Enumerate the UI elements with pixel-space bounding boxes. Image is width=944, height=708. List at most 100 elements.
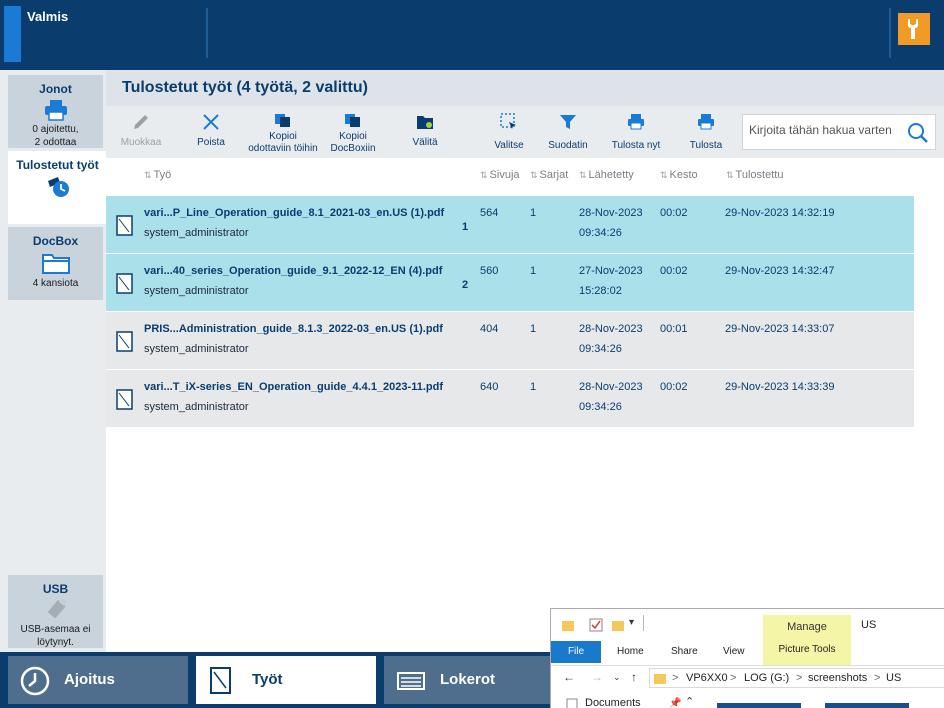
job-name: vari...40_series_Operation_guide_9.1_202… [144, 265, 443, 277]
copy-icon [275, 114, 290, 127]
properties-icon[interactable] [589, 618, 603, 632]
collapse-icon[interactable]: ⌃ [685, 695, 694, 708]
folder-icon[interactable] [561, 618, 575, 632]
ribbon-tabs: File Home Share View [551, 641, 944, 663]
job-duration: 00:02 [660, 265, 688, 277]
folder-icon [654, 674, 666, 684]
forward-label: Välitä [412, 137, 438, 148]
tab-file[interactable]: File [551, 641, 601, 663]
printer-icon [44, 100, 67, 121]
delete-button[interactable]: Poista [194, 112, 228, 149]
table-row[interactable]: vari...P_Line_Operation_guide_8.1_2021-0… [106, 196, 914, 253]
path-segment[interactable]: screenshots [808, 672, 867, 684]
printer-icon [628, 114, 644, 130]
print-label: Tulosta [689, 140, 723, 151]
divider [889, 8, 891, 58]
nav-item-docbox[interactable]: DocBox 4 kansiota [8, 227, 103, 300]
column-header-sets[interactable]: Sarjat [530, 169, 569, 181]
tab-view[interactable]: View [723, 641, 745, 663]
delete-label: Poista [197, 137, 225, 148]
quick-access-documents[interactable]: Documents [585, 697, 641, 708]
documents-icon [566, 698, 578, 708]
job-duration: 00:02 [660, 381, 688, 393]
column-header-job[interactable]: Työ [144, 169, 172, 181]
printed-history-icon [47, 177, 69, 197]
job-pages: 564 [480, 207, 499, 219]
nav-item-sub: USB-asemaa ei [20, 624, 91, 635]
job-owner: system_administrator [144, 227, 249, 239]
column-header-sent[interactable]: Lähetetty [579, 169, 634, 181]
select-label: Valitse [494, 140, 524, 151]
job-pages: 640 [480, 381, 499, 393]
job-printed: 29-Nov-2023 14:33:39 [725, 381, 835, 393]
nav-item-sub: löytynyt. [37, 637, 74, 648]
search-input[interactable] [749, 123, 899, 137]
forward-button[interactable]: Välitä [408, 112, 442, 149]
clock-icon [20, 666, 50, 696]
page-title: Tulostetut työt (4 työtä, 2 valittu) [122, 79, 368, 96]
filter-icon [560, 115, 576, 129]
address-bar[interactable]: > VP6XX0 > LOG (G:) > screenshots > US [649, 668, 944, 688]
up-icon[interactable]: ↑ [631, 670, 637, 684]
new-folder-icon[interactable] [611, 618, 625, 632]
forward-icon[interactable]: → [591, 670, 603, 684]
job-sent-time: 09:34:26 [579, 227, 622, 239]
document-icon [116, 215, 133, 236]
recent-dropdown-icon[interactable]: ⌄ [613, 672, 621, 683]
job-sent-date: 27-Nov-2023 [579, 265, 643, 277]
column-header-printed[interactable]: Tulostettu [726, 169, 784, 181]
nav-item-usb[interactable]: USB USB-asemaa ei löytynyt. [8, 575, 103, 648]
settings-button[interactable] [898, 13, 930, 45]
path-separator: > [730, 672, 737, 684]
job-name: PRIS...Administration_guide_8.1.3_2022-0… [144, 323, 443, 335]
path-segment[interactable]: LOG (G:) [744, 672, 789, 684]
tab-label: Työt [252, 671, 283, 688]
document-icon [116, 273, 133, 294]
nav-item-sub: 0 ajoitettu, [32, 124, 79, 135]
copy-to-waiting-button[interactable]: Kopioi odottaviin töihin [248, 112, 318, 155]
file-thumbnail[interactable] [825, 703, 909, 708]
tab-schedule[interactable]: Ajoitus [8, 656, 188, 704]
tab-trays[interactable]: Lokerot [384, 656, 550, 704]
tab-jobs[interactable]: Työt [196, 656, 376, 704]
job-sent-time: 09:34:26 [579, 343, 622, 355]
job-printed: 29-Nov-2023 14:32:47 [725, 265, 835, 277]
column-header-duration[interactable]: Kesto [660, 169, 698, 181]
filter-button[interactable]: Suodatin [546, 112, 590, 152]
print-button[interactable]: Tulosta [688, 112, 724, 152]
table-row[interactable]: vari...T_iX-series_EN_Operation_guide_4.… [106, 370, 914, 427]
path-separator: > [796, 672, 803, 684]
window-title: US [861, 619, 877, 631]
forward-folder-icon [417, 116, 433, 129]
nav-item-printed-jobs[interactable]: Tulostetut työt [8, 151, 107, 224]
document-icon [210, 667, 231, 694]
copy-to-docbox-button[interactable]: Kopioi DocBoxiin [328, 112, 378, 155]
table-row[interactable]: PRIS...Administration_guide_8.1.3_2022-0… [106, 312, 914, 369]
selection-number: 1 [462, 221, 469, 233]
pin-icon[interactable]: 📌 [669, 698, 681, 708]
select-button[interactable]: Valitse [492, 112, 526, 152]
nav-item-label: Tulostetut työt [16, 158, 99, 172]
path-segment[interactable]: US [886, 672, 901, 684]
printer-icon [698, 114, 714, 130]
manage-label: Manage [787, 621, 827, 633]
tab-share[interactable]: Share [671, 641, 698, 663]
job-duration: 00:01 [660, 323, 688, 335]
column-header-pages[interactable]: Sivuja [480, 169, 520, 181]
status-text: Valmis [27, 9, 69, 24]
nav-item-queues[interactable]: Jonot 0 ajoitettu, 2 odottaa [8, 75, 103, 148]
document-icon [116, 389, 133, 410]
path-segment[interactable]: VP6XX0 [686, 672, 728, 684]
filter-label: Suodatin [548, 140, 588, 151]
table-row[interactable]: vari...40_series_Operation_guide_9.1_202… [106, 254, 914, 311]
customize-dropdown-icon[interactable]: ▾ [629, 617, 634, 628]
tab-home[interactable]: Home [617, 641, 644, 663]
divider [643, 615, 644, 631]
edit-button[interactable]: Muokkaa [120, 112, 162, 149]
file-thumbnail[interactable] [717, 703, 801, 708]
divider [206, 8, 208, 58]
back-icon[interactable]: ← [563, 670, 575, 684]
print-now-button[interactable]: Tulosta nyt [608, 112, 664, 152]
search-icon[interactable] [907, 122, 929, 144]
print-now-label: Tulosta nyt [611, 140, 661, 151]
